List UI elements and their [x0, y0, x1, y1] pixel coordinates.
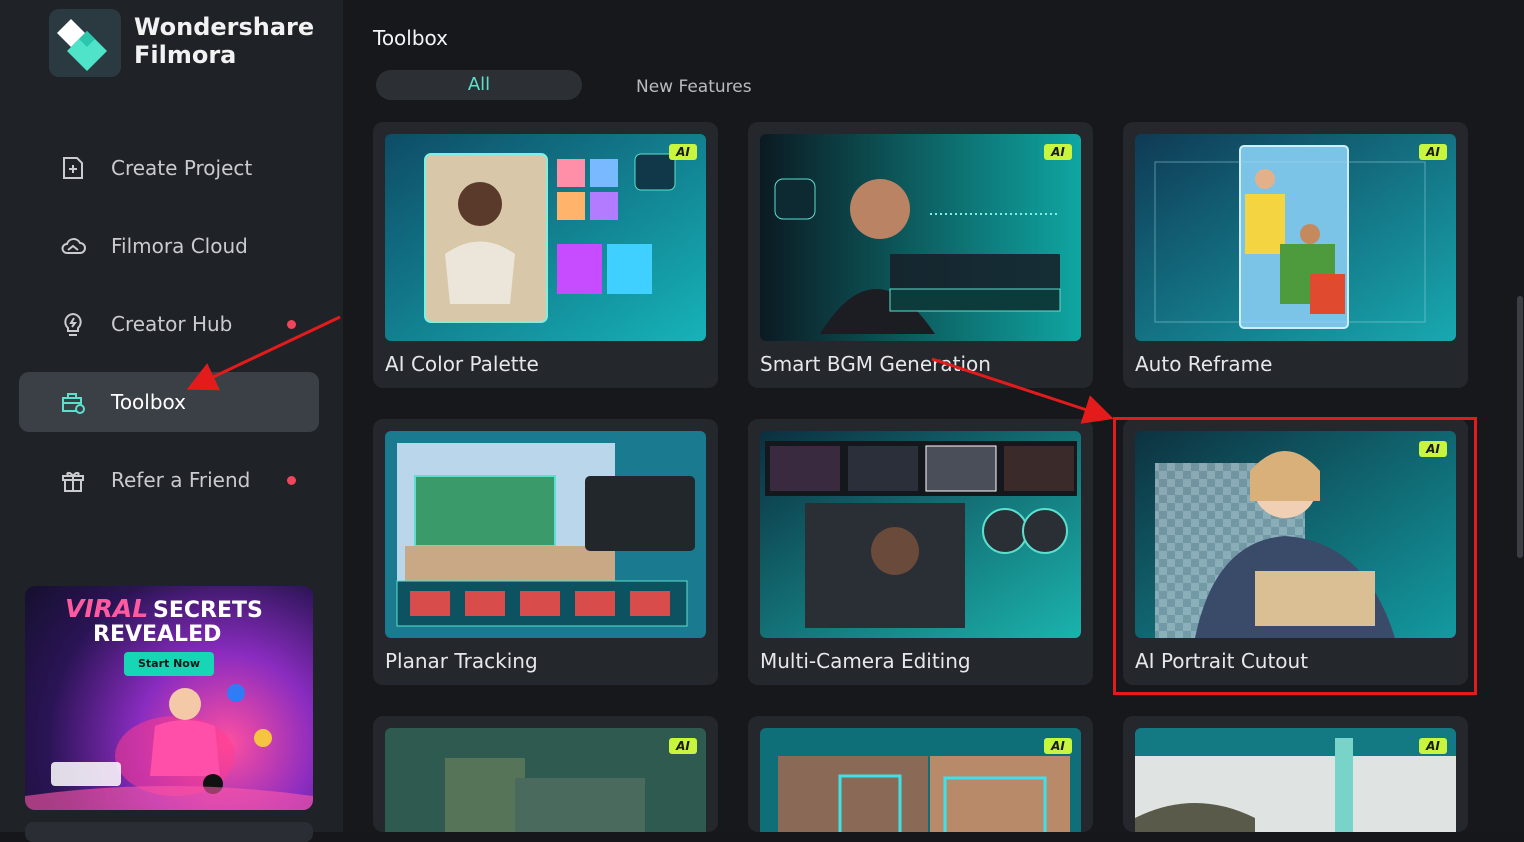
brand-line1: Wondershare — [134, 13, 315, 41]
card-thumbnail — [385, 431, 706, 638]
ai-badge: AI — [669, 738, 697, 754]
card-thumbnail — [385, 728, 706, 832]
annotation-highlight-box — [1113, 417, 1477, 695]
brand-name: Wondershare Filmora — [134, 13, 314, 69]
ai-badge: AI — [1044, 738, 1072, 754]
ai-badge: AI — [669, 144, 697, 160]
tool-card-planar-tracking[interactable]: Planar Tracking — [373, 419, 718, 685]
tool-card-row3-2[interactable]: AI — [748, 716, 1093, 832]
card-thumbnail — [1135, 728, 1456, 832]
promo-banner[interactable]: VIRAL SECRETS REVEALED Start Now — [25, 586, 313, 810]
scrollbar[interactable] — [1517, 296, 1523, 558]
sidebar-item-label: Creator Hub — [111, 312, 233, 336]
card-thumbnail — [1135, 134, 1456, 341]
card-label: Auto Reframe — [1135, 352, 1273, 376]
lightbulb-icon — [59, 310, 87, 338]
sidebar-item-label: Filmora Cloud — [111, 234, 248, 258]
promo-illustration — [25, 684, 313, 810]
tab-new-features[interactable]: New Features — [636, 70, 752, 100]
card-label: Multi-Camera Editing — [760, 649, 971, 673]
notification-dot — [287, 476, 296, 485]
tool-card-ai-color-palette[interactable]: AI AI Color Palette — [373, 122, 718, 388]
card-label: AI Color Palette — [385, 352, 539, 376]
card-thumbnail — [760, 431, 1081, 638]
notification-dot — [287, 320, 296, 329]
sidebar-item-label: Refer a Friend — [111, 468, 251, 492]
sidebar-item-refer-a-friend[interactable]: Refer a Friend — [19, 450, 319, 510]
card-thumbnail — [385, 134, 706, 341]
tool-card-multi-camera-editing[interactable]: Multi-Camera Editing — [748, 419, 1093, 685]
tool-card-smart-bgm-generation[interactable]: AI Smart BGM Generation — [748, 122, 1093, 388]
card-thumbnail — [760, 134, 1081, 341]
sidebar: Wondershare Filmora Create Project Filmo… — [0, 0, 343, 842]
sidebar-item-toolbox[interactable]: Toolbox — [19, 372, 319, 432]
filmora-logo — [49, 9, 121, 77]
sidebar-item-label: Toolbox — [111, 390, 186, 414]
brand-line2: Filmora — [134, 41, 237, 69]
card-label: Smart BGM Generation — [760, 352, 991, 376]
ai-badge: AI — [1044, 144, 1072, 160]
tool-card-auto-reframe[interactable]: AI Auto Reframe — [1123, 122, 1468, 388]
ai-badge: AI — [1419, 144, 1447, 160]
tool-card-row3-1[interactable]: AI — [373, 716, 718, 832]
ai-badge: AI — [1419, 738, 1447, 754]
sidebar-item-create-project[interactable]: Create Project — [19, 138, 319, 198]
tab-all[interactable]: All — [376, 70, 582, 100]
plus-square-icon — [59, 154, 87, 182]
toolbox-icon — [59, 388, 87, 416]
sidebar-bottom-panel[interactable] — [25, 822, 313, 842]
sidebar-item-label: Create Project — [111, 156, 253, 180]
tool-card-row3-3[interactable]: AI — [1123, 716, 1468, 832]
card-label: Planar Tracking — [385, 649, 538, 673]
gift-icon — [59, 466, 87, 494]
card-thumbnail — [760, 728, 1081, 832]
sidebar-item-filmora-cloud[interactable]: Filmora Cloud — [19, 216, 319, 276]
sidebar-item-creator-hub[interactable]: Creator Hub — [19, 294, 319, 354]
cloud-icon — [59, 232, 87, 260]
page-title: Toolbox — [373, 26, 448, 50]
